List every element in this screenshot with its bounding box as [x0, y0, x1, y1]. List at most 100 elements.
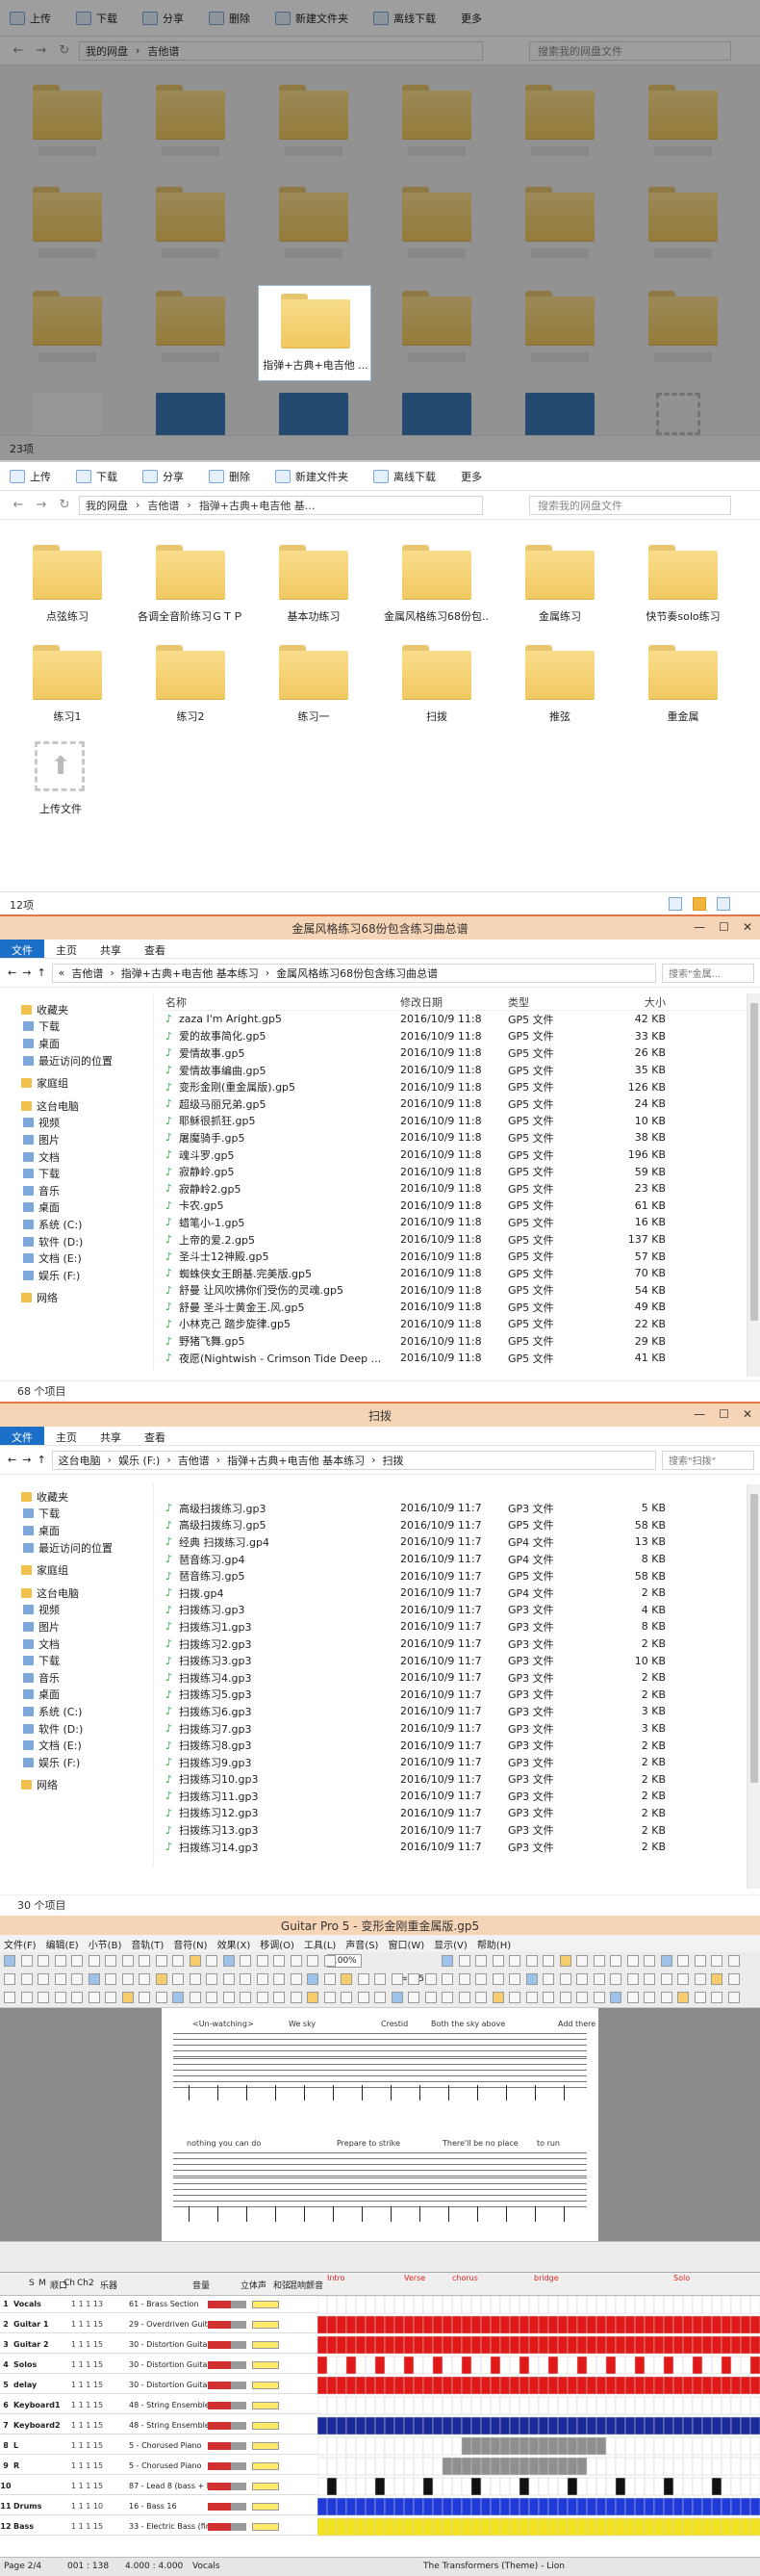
bar-cell[interactable]	[624, 2517, 636, 2537]
file-row[interactable]: ♪ 上帝的爱.2.gp5 2016/10/9 11:8 GP5 文件 137 KB	[162, 1231, 760, 1249]
bar-cell[interactable]	[749, 2376, 760, 2395]
bar-cell[interactable]	[663, 2436, 674, 2456]
bar-cell[interactable]	[749, 2436, 760, 2456]
bar-cell[interactable]	[634, 2396, 646, 2415]
folder-icon[interactable]	[33, 545, 102, 599]
bar-cell[interactable]	[345, 2396, 357, 2415]
menu-item[interactable]: 编辑(E)	[46, 1937, 79, 1951]
bar-cell[interactable]	[740, 2416, 751, 2435]
tool-button[interactable]	[475, 1992, 487, 2003]
bar-cell[interactable]	[432, 2356, 443, 2375]
bar-cell[interactable]	[615, 2436, 626, 2456]
bar-cell[interactable]	[422, 2396, 434, 2415]
bar-cell[interactable]	[567, 2296, 578, 2314]
file-row[interactable]: ♪ 圣斗士12神殿.gp5 2016/10/9 11:8 GP5 文件 57 KB	[162, 1248, 760, 1265]
bar-cell[interactable]	[326, 2457, 338, 2476]
tool-button[interactable]	[189, 1992, 201, 2003]
bar-cell[interactable]	[480, 2416, 492, 2435]
bar-cell[interactable]	[422, 2376, 434, 2395]
file-row[interactable]: ♪ 扫拨练习4.gp3 2016/10/9 11:7 GP3 文件 2 KB	[162, 1669, 760, 1687]
bar-cell[interactable]	[519, 2335, 530, 2355]
tool-button[interactable]	[644, 1955, 655, 1967]
bar-cell[interactable]	[326, 2356, 338, 2375]
bar-cell[interactable]	[490, 2436, 501, 2456]
tool-button[interactable]	[88, 1992, 100, 2003]
bar-cell[interactable]	[576, 2296, 588, 2314]
tool-button[interactable]	[206, 1973, 217, 1985]
tool-button[interactable]	[54, 1992, 66, 2003]
tool-button[interactable]	[341, 1973, 352, 1985]
bar-cell[interactable]	[470, 2296, 482, 2314]
bar-cell[interactable]	[480, 2436, 492, 2456]
menu-item[interactable]: 声音(S)	[345, 1937, 378, 1951]
bar-cell[interactable]	[663, 2457, 674, 2476]
back-arrow-icon[interactable]: ←	[8, 1454, 16, 1466]
bar-cell[interactable]	[701, 2315, 713, 2334]
tool-button[interactable]	[525, 1973, 538, 1985]
file-row[interactable]: ♪ 琶音练习.gp4 2016/10/9 11:7 GP4 文件 8 KB	[162, 1551, 760, 1568]
tool-button[interactable]	[408, 1973, 419, 1985]
file-row[interactable]: ♪ 扫拨练习6.gp3 2016/10/9 11:7 GP3 文件 3 KB	[162, 1703, 760, 1720]
file-row[interactable]: ♪ 蜘蛛侠女王朗基.完美版.gp5 2016/10/9 11:8 GP5 文件 70 K…	[162, 1265, 760, 1282]
bar-cell[interactable]	[624, 2356, 636, 2375]
bar-cell[interactable]	[509, 2477, 520, 2496]
bar-cell[interactable]	[624, 2416, 636, 2435]
bar-cell[interactable]	[384, 2416, 395, 2435]
bar-cell[interactable]	[672, 2396, 684, 2415]
bar-cell[interactable]	[624, 2477, 636, 2496]
bar-cell[interactable]	[749, 2457, 760, 2476]
file-row[interactable]: ♪ 寂静岭.gp5 2016/10/9 11:8 GP5 文件 59 KB	[162, 1163, 760, 1180]
bar-cell[interactable]	[470, 2477, 482, 2496]
tool-button[interactable]	[727, 1973, 740, 1985]
bar-cell[interactable]	[442, 2477, 453, 2496]
bar-cell[interactable]	[355, 2356, 367, 2375]
bar-cell[interactable]	[490, 2457, 501, 2476]
tool-button[interactable]	[559, 1992, 571, 2003]
tool-button[interactable]	[256, 1992, 268, 2003]
bar-cell[interactable]	[422, 2477, 434, 2496]
folder-icon[interactable]	[525, 545, 595, 599]
tab-home[interactable]: 主页	[44, 940, 89, 958]
bar-cell[interactable]	[567, 2517, 578, 2537]
file-row[interactable]: ♪ 变形金刚(重金属版).gp5 2016/10/9 11:8 GP5 文件 126 K…	[162, 1078, 760, 1095]
tool-button[interactable]	[492, 1973, 504, 1985]
bar-cell[interactable]	[422, 2356, 434, 2375]
bar-cell[interactable]	[567, 2457, 578, 2476]
bar-cell[interactable]	[586, 2517, 597, 2537]
tool-button[interactable]	[307, 1973, 318, 1985]
bar-cell[interactable]	[365, 2457, 376, 2476]
tool-button[interactable]	[139, 1955, 150, 1967]
tool-button[interactable]	[38, 1955, 49, 1967]
tool-button[interactable]	[677, 1992, 689, 2003]
bar-cell[interactable]	[442, 2315, 453, 2334]
file-row[interactable]: ♪ 扫拨.gp4 2016/10/9 11:7 GP4 文件 2 KB	[162, 1584, 760, 1602]
bar-cell[interactable]	[595, 2296, 607, 2314]
track-row[interactable]: 11 Drums 1 1 1 10 16 - Bass 16	[0, 2498, 317, 2515]
sidebar-item[interactable]: 桌面	[0, 1035, 153, 1052]
bar-cell[interactable]	[567, 2436, 578, 2456]
bar-cell[interactable]	[336, 2497, 347, 2516]
bar-cell[interactable]	[480, 2396, 492, 2415]
sidebar-item[interactable]: 文档	[0, 1148, 153, 1166]
bar-cell[interactable]	[374, 2315, 386, 2334]
menu-item[interactable]: 小节(B)	[89, 1937, 122, 1951]
tool-button[interactable]	[105, 1973, 116, 1985]
scrollbar[interactable]	[747, 993, 760, 1377]
bar-cell[interactable]	[557, 2457, 569, 2476]
bar-cell[interactable]	[374, 2296, 386, 2314]
delete-button[interactable]: 删除	[209, 469, 250, 484]
bar-cell[interactable]	[374, 2356, 386, 2375]
bar-cell[interactable]	[345, 2457, 357, 2476]
bar-cell[interactable]	[422, 2497, 434, 2516]
bar-cell[interactable]	[547, 2296, 559, 2314]
file-row[interactable]: ♪ 野猪飞舞.gp5 2016/10/9 11:8 GP5 文件 29 KB	[162, 1332, 760, 1350]
bar-cell[interactable]	[393, 2396, 405, 2415]
bar-cell[interactable]	[624, 2376, 636, 2395]
bar-cell[interactable]	[461, 2396, 472, 2415]
bar-cell[interactable]	[624, 2396, 636, 2415]
bar-cell[interactable]	[711, 2416, 722, 2435]
bar-cell[interactable]	[740, 2477, 751, 2496]
bar-cell[interactable]	[509, 2335, 520, 2355]
bar-cell[interactable]	[384, 2335, 395, 2355]
bar-cell[interactable]	[740, 2497, 751, 2516]
